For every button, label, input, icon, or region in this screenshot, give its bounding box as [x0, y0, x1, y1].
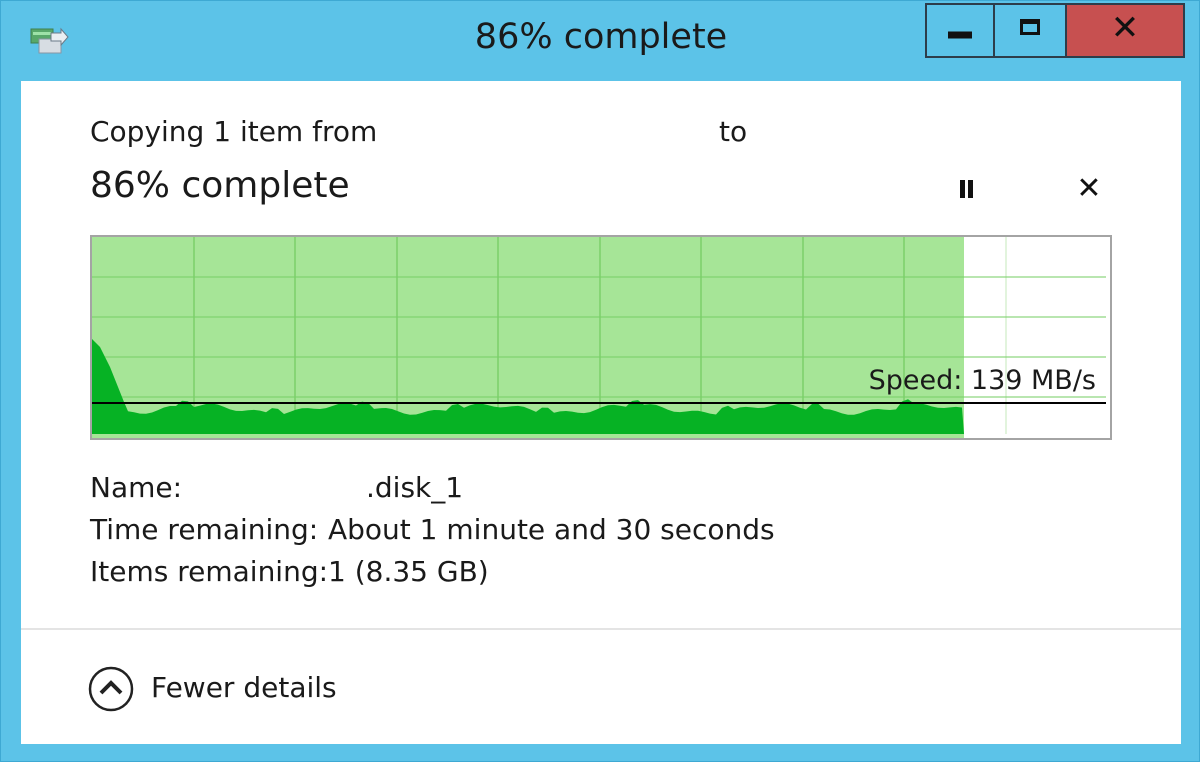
items-remaining-label: Items remaining:	[90, 555, 329, 588]
pause-button[interactable]	[951, 174, 981, 204]
cancel-copy-button[interactable]: ✕	[1073, 174, 1105, 206]
chevron-up-circle-icon	[88, 666, 134, 712]
copying-destination-label: to	[719, 115, 748, 148]
close-icon: ✕	[1110, 7, 1140, 48]
dialog-body: Copying 1 item from to 86% complete ✕ Sp…	[21, 81, 1181, 744]
maximize-icon	[1020, 18, 1040, 35]
name-label: Name:	[90, 471, 183, 504]
pause-icon	[960, 180, 965, 198]
title-bar[interactable]: 86% complete ✕	[1, 1, 1200, 81]
fewer-details-label: Fewer details	[151, 671, 337, 704]
name-value: .disk_1	[366, 471, 464, 504]
minimize-icon	[948, 31, 972, 38]
footer-divider	[21, 628, 1181, 630]
time-remaining-value: About 1 minute and 30 seconds	[328, 513, 775, 546]
pause-icon-bar	[968, 180, 973, 198]
copying-description: Copying 1 item from	[90, 115, 378, 148]
time-remaining-label: Time remaining:	[90, 513, 319, 546]
maximize-button[interactable]	[993, 3, 1067, 58]
close-button[interactable]: ✕	[1065, 3, 1185, 58]
progress-heading: 86% complete	[90, 165, 350, 206]
transfer-speed-graph: Speed: 139 MB/s	[90, 235, 1112, 440]
speed-label: Speed: 139 MB/s	[868, 365, 1096, 396]
items-remaining-value: 1 (8.35 GB)	[328, 555, 489, 588]
copy-progress-window: 86% complete ✕ Copying 1 item from to 86…	[0, 0, 1200, 762]
speed-graph-canvas	[92, 237, 1106, 438]
minimize-button[interactable]	[925, 3, 995, 58]
